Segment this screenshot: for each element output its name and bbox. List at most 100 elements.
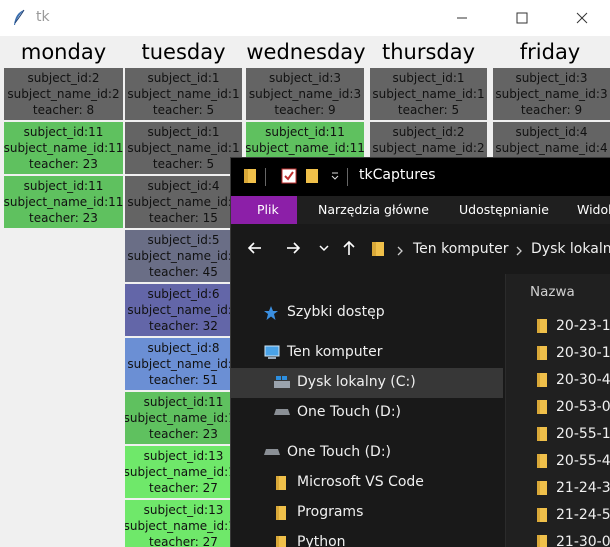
customize-quick-access-icon[interactable] [330, 171, 340, 181]
cell-teacher: teacher: 27 [149, 535, 218, 547]
file-name: 20-30-11 [556, 345, 610, 361]
nav-item-python[interactable]: Python [231, 528, 503, 547]
nav-item-one-touch-d[interactable]: One Touch (D:) [231, 398, 503, 428]
ribbon-tab-view[interactable]: Widok [577, 196, 610, 224]
properties-icon[interactable] [281, 168, 297, 184]
cell-subject-id: subject_id:11 [23, 125, 104, 139]
cell-teacher: teacher: 15 [149, 211, 218, 225]
nav-item-local-disk-c[interactable]: Dysk lokalny (C:) [231, 368, 503, 398]
minimize-button[interactable] [432, 0, 492, 36]
cell-subject-name: subject_name_id:6 [127, 303, 240, 317]
file-row[interactable]: 20-30-11 [506, 341, 610, 368]
cell-subject-id: subject_id:2 [392, 125, 465, 139]
up-button[interactable] [339, 238, 359, 258]
address-bar[interactable]: Ten komputer Dysk lokalny [363, 234, 610, 264]
schedule-cell: subject_id:11 subject_name_id:11 teacher: … [125, 392, 242, 444]
cell-subject-name: subject_name_id:3 [495, 87, 608, 101]
file-name: 20-53-06 [556, 399, 610, 415]
file-row[interactable]: 21-24-57 [506, 503, 610, 530]
cell-subject-id: subject_id:3 [515, 71, 588, 85]
ribbon-tab-file[interactable]: Plik [231, 196, 297, 224]
tk-title-bar: tk [0, 0, 610, 36]
cell-teacher: teacher: 8 [32, 103, 95, 117]
nav-item-quick-access[interactable]: Szybki dostęp [231, 298, 503, 328]
breadcrumb-this-pc[interactable]: Ten komputer [413, 241, 509, 257]
cell-teacher: teacher: 23 [29, 211, 98, 225]
cell-subject-name: subject_name_id:2 [372, 141, 485, 155]
nav-item-programs[interactable]: Programs [231, 498, 503, 528]
navigation-pane: Szybki dostęp Ten komputer Dysk lokalny … [231, 274, 505, 547]
cell-teacher: teacher: 5 [397, 103, 460, 117]
ribbon-tab-share[interactable]: Udostępnianie [459, 196, 549, 224]
recent-locations-button[interactable] [314, 238, 334, 258]
cell-teacher: teacher: 5 [152, 103, 215, 117]
schedule-cell: subject_id:3 subject_name_id:3 teacher: 9 [493, 68, 610, 120]
cell-subject-id: subject_id:3 [268, 71, 342, 85]
file-row[interactable]: 20-55-16 [506, 422, 610, 449]
chevron-down-icon [319, 245, 329, 252]
close-button[interactable] [552, 0, 610, 36]
column-header-name[interactable]: Nazwa [530, 284, 575, 300]
breadcrumb-local-disk[interactable]: Dysk lokalny [531, 241, 610, 257]
ribbon-tab-home[interactable]: Narzędzia główne [318, 196, 429, 224]
nav-item-one-touch-d-root[interactable]: One Touch (D:) [231, 438, 503, 468]
file-row[interactable]: 21-30-05 [506, 530, 610, 547]
folder-icon [537, 373, 547, 387]
file-row[interactable]: 20-30-44 [506, 368, 610, 395]
cell-subject-id: subject_id:1 [147, 125, 220, 139]
cell-subject-id: subject_id:1 [392, 71, 465, 85]
folder-icon [276, 476, 286, 490]
file-row[interactable]: 20-23-12 [506, 314, 610, 341]
day-header-monday: monday [20, 40, 107, 64]
file-name: 20-55-45 [556, 453, 610, 469]
folder-icon [537, 454, 547, 468]
folder-icon [537, 319, 547, 333]
cell-subject-id: subject_id:2 [27, 71, 100, 85]
cell-subject-id: subject_id:4 [147, 179, 220, 193]
cell-subject-name: subject_name_id:1 [127, 87, 240, 101]
cell-subject-name: subject_name_id:1 [127, 141, 240, 155]
nav-item-label: Szybki dostęp [287, 304, 385, 320]
folder-icon [276, 506, 286, 520]
nav-item-label: One Touch (D:) [297, 404, 402, 420]
file-name: 21-24-30 [556, 480, 610, 496]
cell-subject-id: subject_id:1 [147, 71, 220, 85]
cell-teacher: teacher: 9 [274, 103, 336, 117]
new-folder-icon[interactable] [305, 168, 319, 184]
nav-item-label: Programs [297, 504, 364, 520]
cell-subject-id: subject_id:5 [147, 233, 220, 247]
cell-subject-id: subject_id:8 [147, 341, 220, 355]
cell-teacher: teacher: 9 [520, 103, 583, 117]
forward-button[interactable] [283, 238, 303, 258]
title-separator [265, 168, 266, 186]
nav-item-this-pc[interactable]: Ten komputer [231, 338, 503, 368]
cell-subject-name: subject_name_id:11 [246, 141, 364, 155]
folder-icon [276, 536, 286, 547]
file-list: Nazwa 20-23-12 20-30-11 20-30-44 20-53-06 20… [506, 274, 610, 547]
cell-subject-name: subject_name_id:2 [7, 87, 120, 101]
schedule-cell: subject_id:1 subject_name_id:1 teacher: 5 [125, 122, 242, 174]
file-row[interactable]: 20-53-06 [506, 395, 610, 422]
maximize-button[interactable] [492, 0, 552, 36]
cell-subject-name: subject_name_id:13 [125, 465, 242, 479]
schedule-cell: subject_id:13 subject_name_id:13 teacher: … [125, 500, 242, 547]
cell-subject-name: subject_name_id:4 [495, 141, 608, 155]
schedule-cell: subject_id:11 subject_name_id:11 teacher: … [4, 176, 123, 228]
feather-icon [14, 9, 25, 25]
file-row[interactable]: 20-55-45 [506, 449, 610, 476]
title-separator-2 [347, 168, 348, 186]
nav-item-vs-code[interactable]: Microsoft VS Code [231, 468, 503, 498]
cell-subject-name: subject_name_id:1 [372, 87, 485, 101]
schedule-cell: subject_id:11 subject_name_id:11 teacher: … [4, 122, 123, 174]
day-header-friday: friday [519, 40, 581, 64]
nav-item-label: Microsoft VS Code [297, 474, 424, 490]
file-row[interactable]: 21-24-30 [506, 476, 610, 503]
folder-icon [537, 427, 547, 441]
explorer-title-bar: tkCaptures [231, 158, 610, 196]
back-button[interactable] [245, 238, 265, 258]
day-header-wednesday: wednesday [246, 40, 366, 64]
cell-teacher: teacher: 27 [149, 481, 218, 495]
file-name: 21-30-05 [556, 534, 610, 547]
cell-subject-name: subject_name_id:3 [248, 87, 362, 101]
schedule-cell: subject_id:8 subject_name_id:8 teacher: 51 [125, 338, 242, 390]
